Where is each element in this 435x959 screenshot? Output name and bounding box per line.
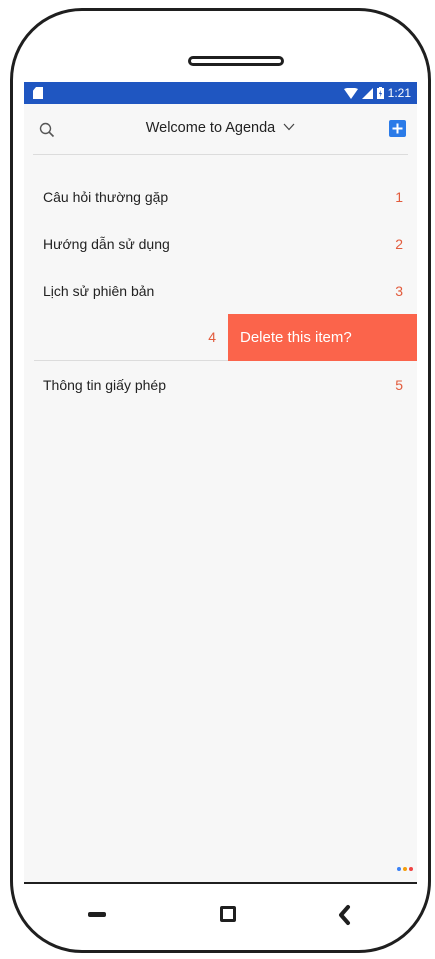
status-bar: 1:21 (24, 82, 417, 104)
battery-icon (376, 87, 384, 99)
plus-icon (392, 123, 403, 134)
list-item-label: Thông tin giấy phép (43, 376, 166, 393)
list-item-label: Hướng dẫn sử dụng (43, 235, 170, 252)
app-toolbar: Welcome to Agenda (33, 104, 408, 155)
more-options-icon[interactable] (397, 867, 413, 871)
list-item-number: 3 (395, 282, 403, 299)
list-item-label: Lịch sử phiên bản (43, 282, 155, 299)
list-item[interactable]: Thông tin giấy phép 5 (24, 361, 417, 408)
list-item-number: 5 (395, 376, 403, 393)
system-nav-bar (24, 900, 417, 940)
phone-speaker (188, 56, 284, 66)
title-dropdown[interactable]: Welcome to Agenda (33, 120, 408, 136)
dot-orange (403, 867, 407, 871)
home-icon[interactable] (220, 906, 236, 922)
list-item[interactable]: Lịch sử phiên bản 3 (24, 267, 417, 314)
status-indicators: 1:21 (343, 86, 411, 100)
list-item-swiped[interactable]: 4 Delete this item? (34, 313, 417, 361)
wifi-icon (343, 87, 358, 99)
agenda-list: Câu hỏi thường gặp 1 Hướng dẫn sử dụng 2… (24, 173, 417, 408)
delete-item-label: Delete this item? (240, 328, 352, 346)
list-item-label: Câu hỏi thường gặp (43, 188, 169, 205)
dot-red (409, 867, 413, 871)
sd-card-icon (33, 87, 43, 99)
page-title: Welcome to Agenda (145, 120, 276, 136)
list-item[interactable]: Câu hỏi thường gặp 1 (24, 173, 417, 220)
list-item-number: 2 (395, 235, 403, 252)
list-item-number: 4 (208, 329, 216, 345)
add-item-button[interactable] (389, 120, 406, 137)
chevron-down-icon (283, 123, 295, 131)
status-time: 1:21 (387, 86, 411, 100)
list-item[interactable]: Hướng dẫn sử dụng 2 (24, 220, 417, 267)
app-screen: 1:21 Welcome to Agenda Câu hỏi thường gặ… (24, 82, 417, 884)
back-icon[interactable] (337, 904, 351, 926)
dot-blue (397, 867, 401, 871)
delete-item-button[interactable]: Delete this item? (228, 313, 417, 361)
list-item-number: 1 (395, 188, 403, 205)
signal-icon (361, 87, 373, 99)
recents-icon[interactable] (88, 912, 106, 917)
